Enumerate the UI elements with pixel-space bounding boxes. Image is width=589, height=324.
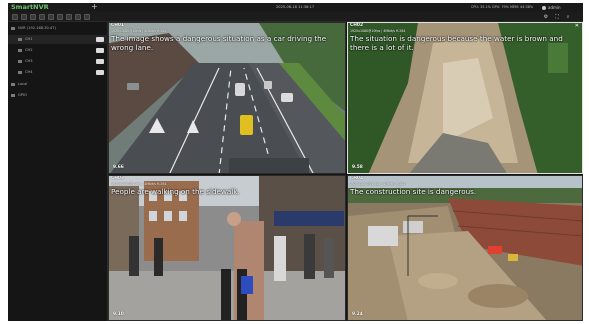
live-badge — [96, 37, 104, 42]
live-badge — [96, 48, 104, 53]
back-icon[interactable] — [12, 14, 18, 20]
sidebar-section-label: Local — [18, 82, 28, 86]
camera-icon — [18, 70, 22, 74]
layout-9-icon[interactable] — [75, 14, 81, 20]
camera-icon — [18, 59, 22, 63]
camera-score: 9.24 — [352, 312, 363, 317]
camera-tile-ch03[interactable]: CH03 1920x1080@10fps | 4Mbit/s H.264 Peo… — [108, 175, 346, 321]
device-sidebar: NVR (192.168.30.47) CH1 CH2 CH3 CH4 Loca… — [8, 22, 108, 321]
sidebar-channel-4[interactable]: CH4 — [8, 68, 108, 77]
camera-caption: The situation is dangerous because the w… — [350, 34, 563, 52]
sidebar-channel-2[interactable]: CH2 — [8, 46, 108, 55]
camera-caption: People are walking on the sidewalk. — [111, 187, 240, 196]
video-feed-ch04 — [348, 176, 582, 320]
camera-score: 9.66 — [113, 165, 124, 170]
camera-stream-info: 1920x1080@10fps | 4Mbit/s H.264 — [111, 29, 167, 33]
add-tab-button[interactable]: + — [91, 3, 98, 11]
camera-stream-info: 1920x1080@10fps | 4Mbit/s H.264 — [350, 182, 406, 186]
nvr-app-window: SmartNVR + 2025-06-18 11:38:17 CPU: 35.1… — [8, 3, 583, 321]
sidebar-channel-label: CH3 — [25, 59, 33, 63]
layout-4-icon[interactable] — [66, 14, 72, 20]
camera-tile-ch02[interactable]: CH02 1920x1080@10fps | 4Mbit/s H.264 The… — [347, 22, 583, 174]
title-bar: SmartNVR + 2025-06-18 11:38:17 CPU: 35.1… — [8, 3, 583, 12]
camera-title: CH02 — [350, 23, 364, 28]
sidebar-section-local[interactable]: Local — [8, 80, 108, 89]
sidebar-channel-1[interactable]: CH1 — [8, 35, 108, 44]
playback-icon[interactable] — [30, 14, 36, 20]
sidebar-channel-3[interactable]: CH3 — [8, 57, 108, 66]
close-icon[interactable]: ✕ — [575, 23, 579, 29]
sidebar-section-label: GPIO — [18, 93, 27, 97]
live-badge — [96, 70, 104, 75]
sidebar-channel-label: CH2 — [25, 48, 33, 52]
camera-icon — [18, 48, 22, 52]
nvr-icon — [11, 26, 15, 30]
camera-tile-ch04[interactable]: CH04 1920x1080@10fps | 4Mbit/s H.264 The… — [347, 175, 583, 321]
camera-title: CH01 — [111, 23, 125, 28]
camera-stream-info: 1920x1080@10fps | 4Mbit/s H.264 — [111, 182, 167, 186]
snapshot-icon[interactable] — [48, 14, 54, 20]
camera-caption: The construction site is dangerous. — [350, 187, 477, 196]
sidebar-group-label: NVR (192.168.30.47) — [18, 26, 56, 30]
app-logo: SmartNVR — [11, 3, 49, 11]
settings-icon[interactable]: ⚙ — [543, 14, 549, 20]
folder-icon — [11, 82, 15, 86]
search-icon[interactable]: ⌕ — [565, 14, 571, 20]
sidebar-channel-label: CH1 — [25, 37, 33, 41]
forward-icon[interactable] — [21, 14, 27, 20]
live-badge — [96, 59, 104, 64]
layout-1-icon[interactable] — [57, 14, 63, 20]
layout-16-icon[interactable] — [84, 14, 90, 20]
camera-score: 9.58 — [352, 165, 363, 170]
fullscreen-icon[interactable]: ⛶ — [554, 14, 560, 20]
sidebar-channel-label: CH4 — [25, 70, 33, 74]
camera-icon — [18, 37, 22, 41]
user-name: admin — [548, 5, 561, 10]
system-stats: CPU: 35.1% GPU: 79% MEM: 44.38% — [471, 5, 534, 9]
camera-score: 9.10 — [113, 312, 124, 317]
toolbar: ⚙ ⛶ ⌕ — [8, 12, 583, 22]
user-icon — [542, 6, 546, 10]
sidebar-section-gpio[interactable]: GPIO — [8, 91, 108, 100]
user-menu[interactable]: admin — [542, 3, 561, 12]
camera-stream-info: 1920x1080@10fps | 4Mbit/s H.264 — [350, 29, 406, 33]
camera-caption: The image shows a dangerous situation as… — [111, 34, 327, 52]
datetime-display: 2025-06-18 11:38:17 — [276, 5, 315, 9]
camera-title: CH04 — [350, 176, 364, 181]
video-feed-ch03 — [109, 176, 345, 320]
camera-title: CH03 — [111, 176, 125, 181]
camera-tile-ch01[interactable]: CH01 1920x1080@10fps | 4Mbit/s H.264 The… — [108, 22, 346, 174]
gpio-icon — [11, 93, 15, 97]
sidebar-device-group[interactable]: NVR (192.168.30.47) — [8, 24, 108, 33]
record-icon[interactable] — [39, 14, 45, 20]
